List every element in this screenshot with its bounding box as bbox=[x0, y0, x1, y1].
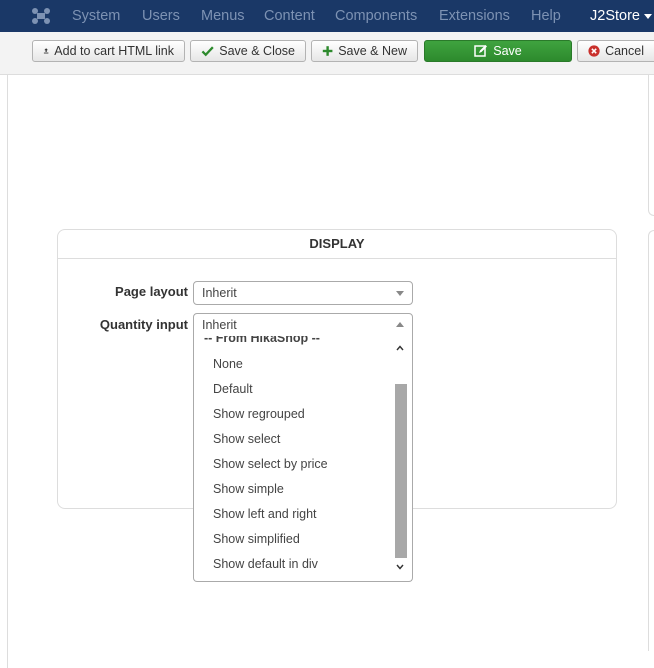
dropdown-option[interactable]: Show select by price bbox=[213, 457, 328, 471]
dropdown-group-label: -- From HikaShop -- bbox=[204, 336, 320, 345]
quantity-input-value: Inherit bbox=[202, 318, 237, 332]
nav-components[interactable]: Components bbox=[335, 8, 417, 24]
edit-icon bbox=[474, 45, 488, 57]
caret-down-icon bbox=[644, 14, 652, 19]
cancel-button[interactable]: Cancel bbox=[577, 40, 654, 62]
dropdown-option[interactable]: Show left and right bbox=[213, 507, 317, 521]
quantity-input-label: Quantity input bbox=[99, 317, 188, 332]
add-to-cart-html-link-label: Add to cart HTML link bbox=[54, 44, 174, 58]
page-layout-select[interactable]: Inherit bbox=[193, 281, 413, 305]
save-label: Save bbox=[493, 44, 522, 58]
page-layout-value: Inherit bbox=[202, 286, 237, 300]
chevron-down-icon bbox=[396, 291, 404, 296]
plus-icon bbox=[322, 46, 333, 56]
save-new-label: Save & New bbox=[338, 44, 407, 58]
cancel-icon bbox=[588, 45, 600, 57]
save-button[interactable]: Save bbox=[424, 40, 572, 62]
dropdown-option[interactable]: Show regrouped bbox=[213, 407, 305, 421]
chevron-up-icon bbox=[396, 322, 404, 327]
save-close-label: Save & Close bbox=[219, 44, 295, 58]
nav-help[interactable]: Help bbox=[531, 8, 561, 24]
display-heading: DISPLAY bbox=[58, 230, 616, 259]
content-left-border bbox=[7, 75, 8, 668]
nav-content[interactable]: Content bbox=[264, 8, 315, 24]
upload-icon bbox=[43, 48, 49, 54]
page-layout-label: Page layout bbox=[115, 284, 188, 299]
check-icon bbox=[201, 46, 214, 57]
dropdown-option[interactable]: Show default in div bbox=[213, 557, 318, 571]
save-new-button[interactable]: Save & New bbox=[311, 40, 418, 62]
dropdown-option[interactable]: Show simplified bbox=[213, 532, 300, 546]
right-panel-edge-lower bbox=[648, 230, 654, 651]
top-navbar: System Users Menus Content Components Ex… bbox=[0, 0, 654, 32]
quantity-input-select[interactable]: Inherit bbox=[193, 313, 413, 337]
joomla-logo-icon[interactable] bbox=[30, 6, 52, 26]
dropdown-option[interactable]: Default bbox=[213, 382, 253, 396]
dropdown-option[interactable]: None bbox=[213, 357, 243, 371]
dropdown-option[interactable]: Show select bbox=[213, 432, 280, 446]
scroll-up-icon[interactable] bbox=[396, 344, 404, 352]
cancel-label: Cancel bbox=[605, 44, 644, 58]
dropdown-option[interactable]: Show simple bbox=[213, 482, 284, 496]
scrollbar-thumb[interactable] bbox=[395, 384, 407, 558]
right-panel-edge bbox=[648, 75, 654, 216]
toolbar: Add to cart HTML link Save & Close Save … bbox=[0, 32, 654, 75]
quantity-input-dropdown: -- From HikaShop -- None Default Show re… bbox=[193, 336, 413, 582]
nav-brand-j2store[interactable]: J2Store bbox=[590, 8, 640, 24]
nav-users[interactable]: Users bbox=[142, 8, 180, 24]
nav-extensions[interactable]: Extensions bbox=[439, 8, 510, 24]
nav-system[interactable]: System bbox=[72, 8, 120, 24]
nav-menus[interactable]: Menus bbox=[201, 8, 245, 24]
add-to-cart-html-link-button[interactable]: Add to cart HTML link bbox=[32, 40, 185, 62]
save-close-button[interactable]: Save & Close bbox=[190, 40, 306, 62]
scroll-down-icon[interactable] bbox=[396, 563, 404, 571]
